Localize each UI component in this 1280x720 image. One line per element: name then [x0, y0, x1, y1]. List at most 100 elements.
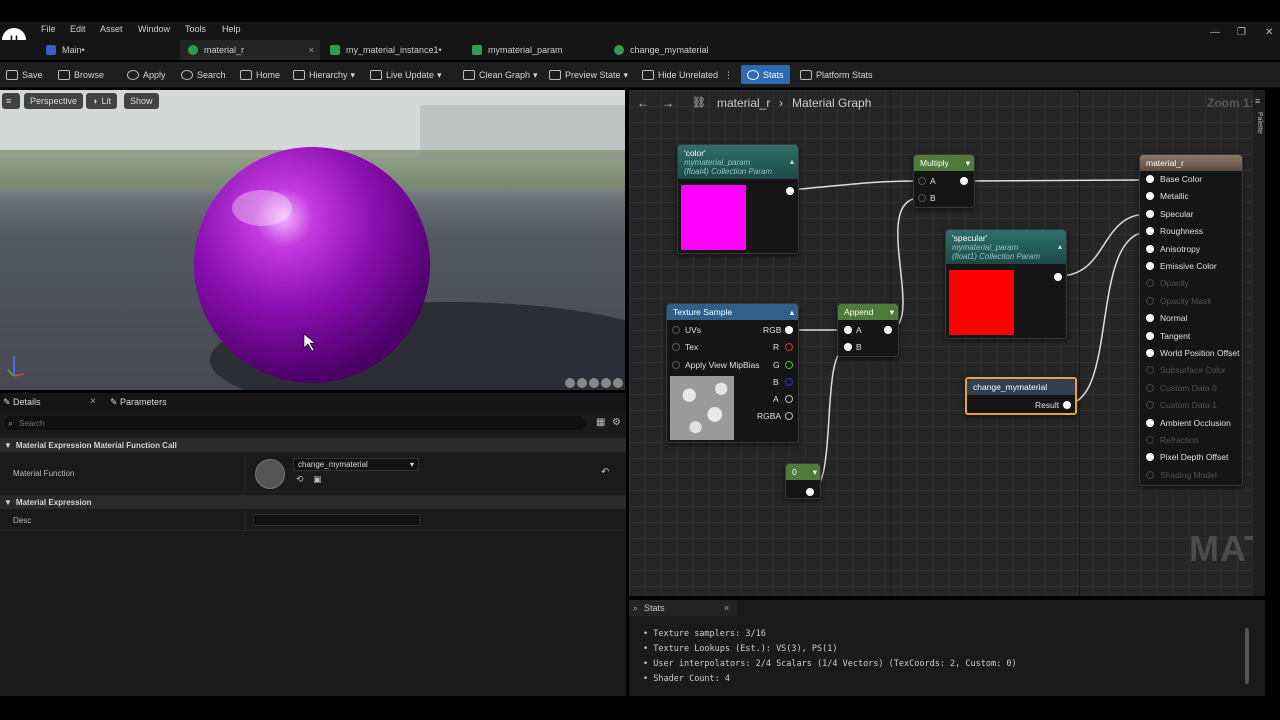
output-pin[interactable] — [1054, 273, 1062, 281]
breadcrumb-root[interactable]: material_r — [717, 96, 770, 110]
viewport-menu-button[interactable]: ≡ — [2, 93, 20, 109]
menu-tools[interactable]: Tools — [185, 24, 206, 34]
tab-mymaterial-param[interactable]: mymaterial_param — [464, 40, 604, 60]
input-pin[interactable] — [1146, 349, 1154, 357]
close-tab-icon[interactable]: × — [309, 45, 314, 55]
preview-shape-custom-icon[interactable] — [613, 378, 623, 388]
save-button[interactable]: Save — [6, 68, 43, 82]
details-search-input[interactable] — [19, 418, 540, 428]
tab-parameters[interactable]: ✎ Parameters — [110, 397, 167, 408]
output-pin[interactable] — [786, 187, 794, 195]
output-pin-r[interactable] — [785, 343, 793, 351]
minimize-icon[interactable]: — — [1210, 27, 1220, 38]
input-pin[interactable] — [1146, 383, 1154, 392]
output-pin-b[interactable] — [785, 378, 793, 386]
output-pin-rgb[interactable] — [785, 326, 793, 334]
collapse-node-icon[interactable]: ▴ — [1058, 242, 1062, 251]
section-material-function-call[interactable]: ▼ Material Expression Material Function C… — [0, 438, 626, 452]
input-pin[interactable] — [1146, 262, 1154, 270]
node-constant[interactable]: 0 ▾ — [785, 463, 821, 499]
details-search-box[interactable]: ⌕ — [4, 416, 586, 430]
menu-window[interactable]: Window — [138, 24, 170, 34]
perspective-button[interactable]: Perspective — [24, 93, 84, 109]
restore-icon[interactable]: ❐ — [1237, 27, 1246, 38]
grid-view-icon[interactable]: ▦ — [596, 417, 605, 428]
lit-button[interactable]: ◑ Lit — [86, 93, 117, 109]
collapse-node-icon[interactable]: ▴ — [790, 157, 794, 166]
output-pin-g[interactable] — [785, 361, 793, 369]
input-pin[interactable] — [1146, 192, 1154, 201]
output-pin-result[interactable] — [1063, 401, 1071, 409]
hide-unrelated-button[interactable]: Hide Unrelated ⋮ — [642, 68, 733, 82]
input-pin-tex[interactable] — [672, 343, 680, 351]
input-pin[interactable] — [1146, 244, 1154, 253]
preview-viewport[interactable] — [0, 90, 625, 390]
node-material-output[interactable]: material_r Base Color Metallic Specular Rou… — [1139, 154, 1243, 486]
input-pin[interactable] — [1146, 453, 1154, 462]
stats-scrollbar[interactable] — [1245, 628, 1249, 684]
settings-gear-icon[interactable]: ⚙ — [612, 417, 621, 428]
show-button[interactable]: Show — [124, 93, 159, 109]
material-function-dropdown[interactable]: change_mymaterial ▾ — [293, 458, 419, 471]
input-pin[interactable] — [1146, 418, 1154, 427]
live-update-button[interactable]: Live Update ▾ — [370, 68, 442, 82]
preview-shape-cube-icon[interactable] — [601, 378, 611, 388]
menu-asset[interactable]: Asset — [100, 24, 123, 34]
input-pin[interactable] — [1146, 331, 1154, 340]
output-pin[interactable] — [806, 488, 814, 496]
clean-graph-button[interactable]: Clean Graph ▾ — [463, 68, 538, 82]
tab-main[interactable]: Main• — [38, 40, 178, 60]
preview-shape-plane-icon[interactable] — [589, 378, 599, 388]
apply-button[interactable]: Apply — [127, 68, 166, 82]
input-pin[interactable] — [1146, 401, 1154, 410]
hierarchy-button[interactable]: Hierarchy ▾ — [293, 68, 355, 82]
input-pin[interactable] — [1146, 366, 1154, 375]
input-pin[interactable] — [1146, 279, 1154, 288]
input-pin-uvs[interactable] — [672, 326, 680, 334]
forward-arrow-icon[interactable]: → — [662, 96, 674, 110]
close-details-icon[interactable]: × — [90, 396, 96, 407]
use-selected-icon[interactable]: ⟲ — [296, 474, 304, 485]
input-pin-b[interactable] — [844, 343, 852, 351]
input-pin[interactable] — [1146, 209, 1154, 218]
browse-asset-icon[interactable]: ▣ — [313, 474, 322, 485]
more-options-icon[interactable]: ⋮ — [724, 70, 733, 81]
preview-shape-cylinder-icon[interactable] — [577, 378, 587, 388]
menu-help[interactable]: Help — [222, 24, 241, 34]
tab-stats[interactable]: ⌕ Stats × — [629, 600, 737, 616]
output-pin-a[interactable] — [785, 395, 793, 403]
stats-button[interactable]: Stats — [741, 65, 790, 84]
node-function-call[interactable]: change_mymaterial Result — [965, 377, 1077, 415]
palette-tab[interactable]: Palette — [1256, 112, 1263, 134]
tab-material-instance[interactable]: my_material_instance1• — [322, 40, 462, 60]
close-stats-icon[interactable]: × — [724, 603, 729, 613]
node-specular-param[interactable]: 'specular' mymaterial_param (float1) Col… — [945, 229, 1067, 339]
input-pin-b[interactable] — [918, 194, 926, 202]
output-pin[interactable] — [960, 177, 968, 185]
node-color-param[interactable]: 'color' mymaterial_param (float4) Collec… — [677, 144, 799, 254]
menu-file[interactable]: File — [41, 24, 56, 34]
search-button[interactable]: Search — [181, 68, 226, 82]
palette-menu-icon[interactable]: ≡ — [1255, 96, 1260, 106]
back-arrow-icon[interactable]: ← — [637, 96, 649, 110]
input-pin[interactable] — [1146, 470, 1154, 479]
preview-shape-sphere-icon[interactable] — [565, 378, 575, 388]
node-multiply[interactable]: Multiply ▾ A B — [913, 154, 975, 208]
platform-stats-button[interactable]: Platform Stats — [800, 68, 873, 82]
input-pin-a[interactable] — [844, 326, 852, 334]
input-pin-a[interactable] — [918, 177, 926, 185]
tab-details[interactable]: ✎ Details — [3, 397, 41, 408]
input-pin[interactable] — [1146, 227, 1154, 236]
menu-edit[interactable]: Edit — [70, 24, 86, 34]
material-graph-canvas[interactable]: ← → ⛓ material_r › Material Graph Zoom 1… — [629, 90, 1265, 596]
input-pin[interactable] — [1146, 175, 1154, 183]
output-pin-rgba[interactable] — [785, 412, 793, 420]
tab-material-r[interactable]: material_r × — [180, 40, 320, 60]
desc-input[interactable] — [253, 514, 420, 526]
input-pin[interactable] — [1146, 296, 1154, 305]
node-texture-sample[interactable]: Texture Sample ▴ UVs Tex Apply View MipBi… — [666, 303, 799, 443]
input-pin-mip[interactable] — [672, 361, 680, 369]
section-material-expression[interactable]: ▼ Material Expression — [0, 495, 626, 509]
close-window-icon[interactable]: ✕ — [1265, 27, 1273, 38]
output-pin[interactable] — [884, 326, 892, 334]
